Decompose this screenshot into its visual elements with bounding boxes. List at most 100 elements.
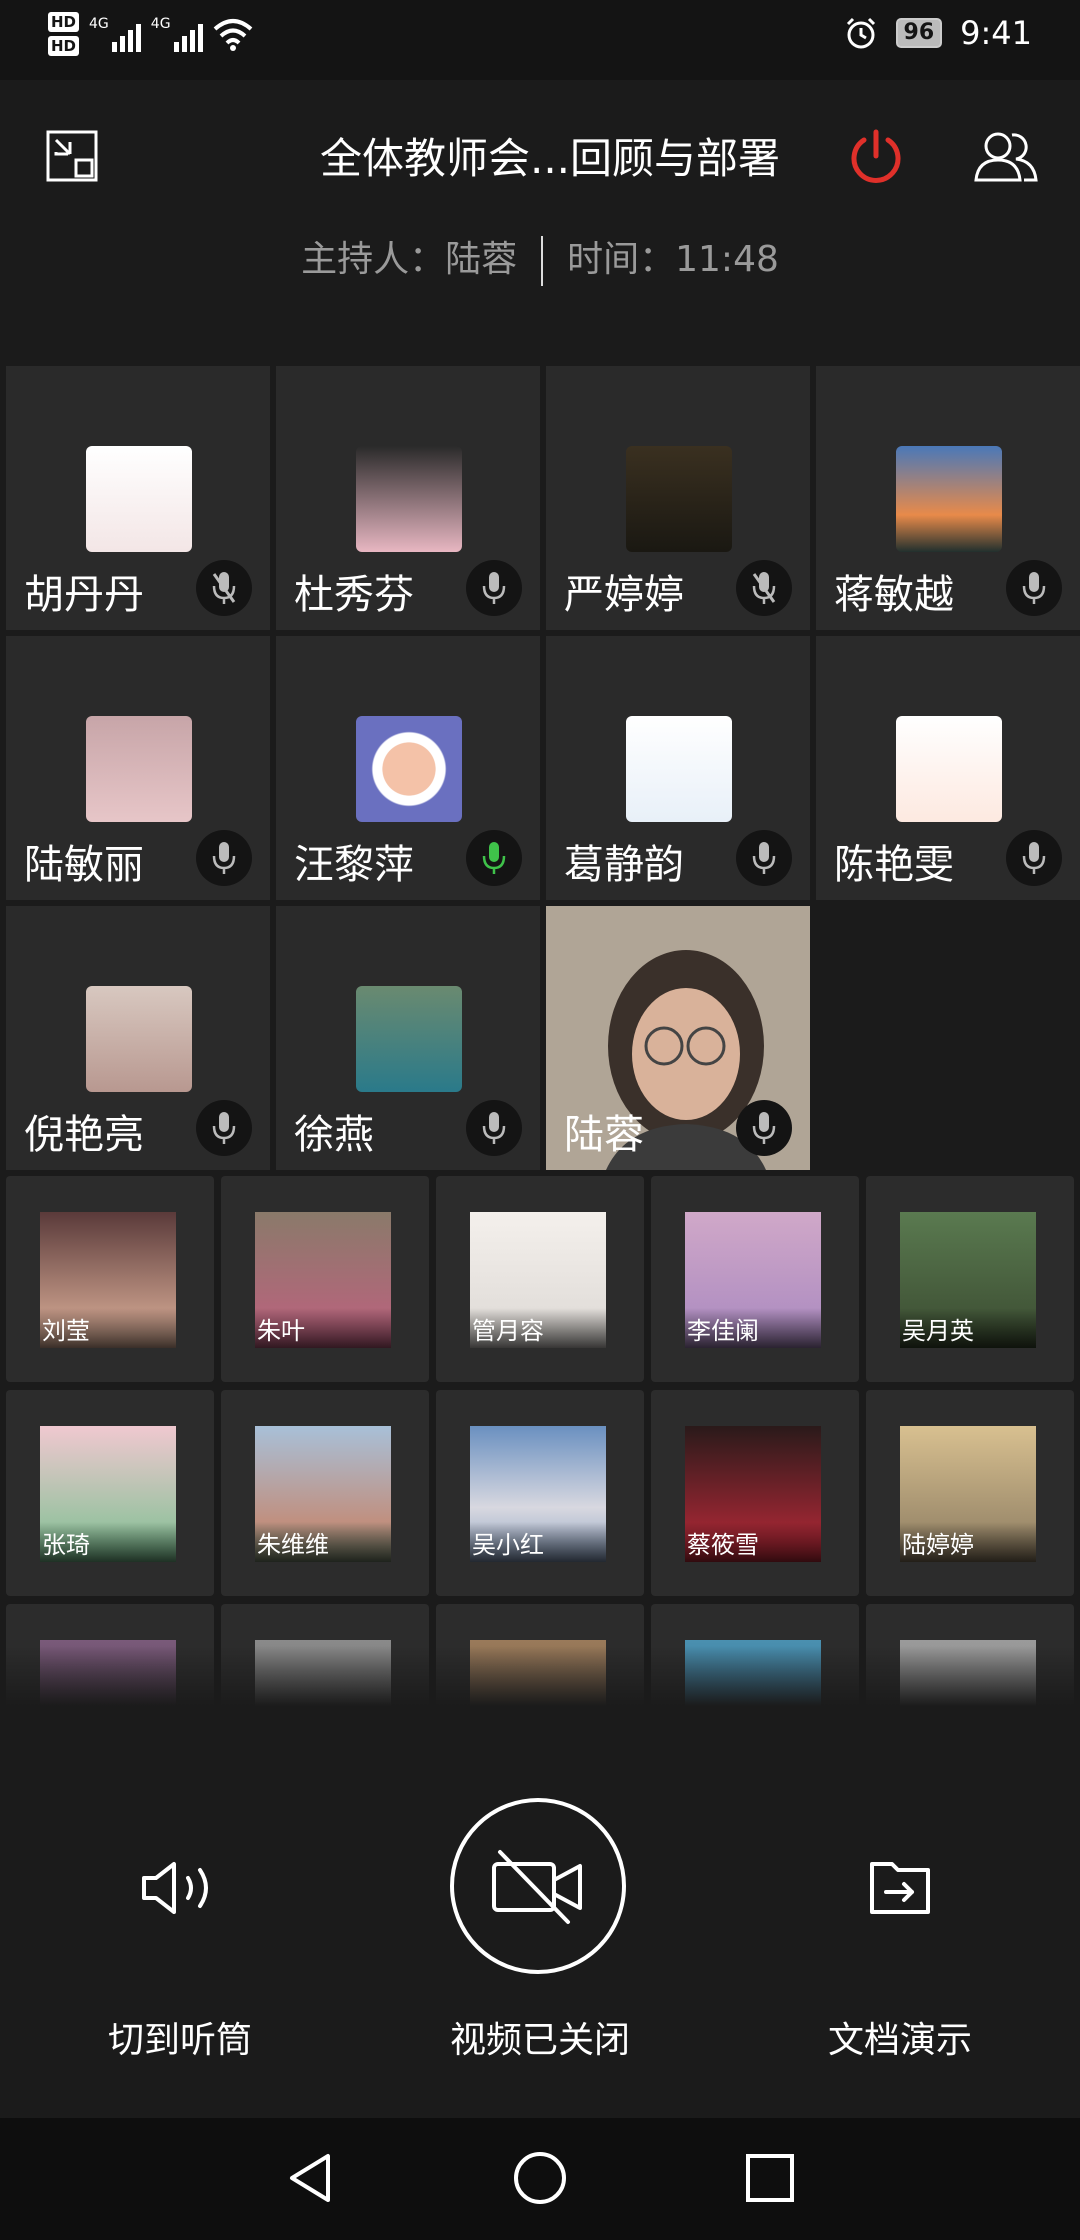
meeting-info: 主持人：陆蓉 时间：11:48: [0, 230, 1080, 286]
status-bar: HD HD 4G 4G 96 9:41: [0, 0, 1080, 80]
participant-thumbnail[interactable]: 陆婷婷: [866, 1390, 1074, 1596]
participant-thumbnail[interactable]: 刘莹: [6, 1176, 214, 1382]
participant-name: 杜秀芬: [294, 572, 414, 618]
power-icon: [851, 129, 901, 183]
avatar: [896, 716, 1002, 822]
thumbnail-label-bg: 陆婷婷: [900, 1522, 1036, 1562]
thumbnail-label-bg: 吴小红: [470, 1522, 606, 1562]
participant-thumbnail[interactable]: 蔡筱雪: [651, 1390, 859, 1596]
avatar: [86, 446, 192, 552]
avatar: [626, 716, 732, 822]
switch-earpiece-button[interactable]: 切到听筒: [30, 1706, 330, 2086]
document-present-button[interactable]: 文档演示: [750, 1706, 1050, 2086]
thumbnail-name: 吴小红: [472, 1531, 544, 1559]
participant-thumbnail[interactable]: 吴月英: [866, 1176, 1074, 1382]
participant-tile[interactable]: 陆蓉: [546, 906, 810, 1170]
participant-thumbnail[interactable]: 李佳阑: [651, 1176, 859, 1382]
thumbnail-photo: 朱维维: [255, 1426, 391, 1562]
signal-icon-2: 4G: [151, 16, 203, 52]
back-triangle-icon: [290, 2154, 330, 2202]
thumbnail-photo: 张琦: [40, 1426, 176, 1562]
avatar: [356, 446, 462, 552]
participant-thumbnail[interactable]: 管月容: [436, 1176, 644, 1382]
mic-indicator: [1006, 830, 1062, 886]
thumbnail-name: 蔡筱雪: [687, 1531, 759, 1559]
hd-badge-1: HD: [48, 12, 80, 32]
thumbnail-name: 陆婷婷: [902, 1531, 974, 1559]
avatar: [86, 986, 192, 1092]
participant-name: 陈艳雯: [834, 842, 954, 888]
microphone-icon: [752, 842, 776, 874]
hd-badges: HD HD: [48, 12, 80, 56]
meeting-title: 全体教师会...回顾与部署: [319, 134, 781, 183]
participant-tile[interactable]: 徐燕: [276, 906, 540, 1170]
participant-tile[interactable]: 倪艳亮: [6, 906, 270, 1170]
nav-home-button[interactable]: [510, 2148, 570, 2208]
participant-tile[interactable]: 陈艳雯: [816, 636, 1080, 900]
microphone-icon: [212, 1112, 236, 1144]
avatar: [356, 716, 462, 822]
avatar: [626, 446, 732, 552]
participant-thumbnail[interactable]: 朱叶: [221, 1176, 429, 1382]
mic-indicator: [736, 830, 792, 886]
thumbnail-photo: 吴月英: [900, 1212, 1036, 1348]
participant-thumbnail[interactable]: 吴小红: [436, 1390, 644, 1596]
avatar: [356, 986, 462, 1092]
thumbnail-name: 吴月英: [902, 1317, 974, 1345]
recents-square-icon: [746, 2154, 794, 2202]
microphone-icon: [212, 572, 236, 604]
muted-mic-indicator: [736, 560, 792, 616]
thumbnail-photo: 李佳阑: [685, 1212, 821, 1348]
participant-tile[interactable]: 葛静韵: [546, 636, 810, 900]
participant-tile[interactable]: 胡丹丹: [6, 366, 270, 630]
mic-indicator: [466, 560, 522, 616]
microphone-icon: [752, 572, 776, 604]
participant-name: 陆蓉: [564, 1112, 644, 1158]
avatar: [896, 446, 1002, 552]
participant-tile[interactable]: 陆敏丽: [6, 636, 270, 900]
network-type-1: 4G: [89, 16, 109, 32]
mic-indicator: [466, 1100, 522, 1156]
signal-icon-1: 4G: [89, 16, 141, 52]
mic-indicator: [196, 1100, 252, 1156]
participant-tile[interactable]: 蒋敏越: [816, 366, 1080, 630]
participant-thumbnail-grid[interactable]: 刘莹 朱叶 管月容 李佳阑 吴月英张琦 朱维维 吴小红 蔡筱雪 陆婷婷: [6, 1176, 1080, 1706]
microphone-icon: [482, 842, 506, 874]
participants-button[interactable]: [970, 120, 1044, 192]
participant-tile[interactable]: 严婷婷: [546, 366, 810, 630]
participant-tile[interactable]: 杜秀芬: [276, 366, 540, 630]
thumbnail-name: 管月容: [472, 1317, 544, 1345]
speaker-icon: [142, 1862, 208, 1914]
participant-tile[interactable]: 汪黎萍: [276, 636, 540, 900]
video-toggle-button[interactable]: [450, 1798, 626, 1974]
nav-recents-button[interactable]: [740, 2148, 800, 2208]
thumbnail-label-bg: 刘莹: [40, 1308, 176, 1348]
thumbnail-label-bg: 朱叶: [255, 1308, 391, 1348]
microphone-icon: [1022, 572, 1046, 604]
thumbnail-label-bg: 管月容: [470, 1308, 606, 1348]
meeting-controls: 切到听筒 视频已关闭 文档演示: [0, 1706, 1080, 2118]
nav-back-button[interactable]: [280, 2148, 340, 2208]
participant-name: 葛静韵: [564, 842, 684, 888]
leave-meeting-button[interactable]: [842, 120, 910, 192]
status-right: 96 9:41: [844, 14, 1032, 52]
mic-indicator: [466, 830, 522, 886]
participant-name: 严婷婷: [564, 572, 684, 618]
participants-icon: [974, 132, 1038, 182]
meeting-time: 时间：11:48: [567, 239, 779, 280]
thumbnail-photo: 朱叶: [255, 1212, 391, 1348]
participant-thumbnail[interactable]: 张琦: [6, 1390, 214, 1596]
participant-name: 徐燕: [294, 1112, 374, 1158]
participant-thumbnail[interactable]: 朱维维: [221, 1390, 429, 1596]
participant-name: 倪艳亮: [24, 1112, 144, 1158]
thumbnail-photo: 蔡筱雪: [685, 1426, 821, 1562]
thumbnail-photo: 陆婷婷: [900, 1426, 1036, 1562]
minimize-button[interactable]: [40, 120, 104, 192]
thumbnail-label-bg: 吴月英: [900, 1308, 1036, 1348]
scroll-fade: [6, 1646, 1080, 1706]
thumbnail-photo: 刘莹: [40, 1212, 176, 1348]
clock: 9:41: [960, 14, 1032, 52]
host-label: 主持人：陆蓉: [301, 239, 518, 280]
microphone-icon: [1022, 842, 1046, 874]
wifi-icon: [213, 19, 252, 51]
